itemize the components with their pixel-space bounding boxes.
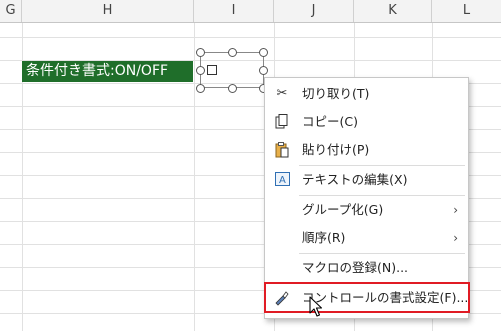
menu-item-assign-macro-label: マクロの登録(N)... bbox=[302, 260, 409, 275]
resize-handle-left[interactable] bbox=[196, 66, 205, 75]
column-header-row: G H I J K L bbox=[0, 0, 501, 23]
menu-item-paste-label: 貼り付け(P) bbox=[302, 142, 370, 157]
column-header-i[interactable]: I bbox=[194, 0, 274, 22]
scissors-icon: ✂ bbox=[276, 86, 288, 101]
menu-item-format-control[interactable]: コントロールの書式設定(F)... bbox=[265, 285, 468, 311]
menu-item-order-label: 順序(R) bbox=[302, 230, 346, 245]
context-menu: ✂ 切り取り(T) コピー(C) 貼り付け(P) A テキストの編集(X) グル… bbox=[264, 77, 469, 319]
submenu-arrow-icon: › bbox=[453, 231, 458, 245]
menu-item-cut[interactable]: ✂ 切り取り(T) bbox=[265, 81, 468, 107]
menu-item-copy-label: コピー(C) bbox=[302, 114, 358, 129]
menu-item-edit-text[interactable]: A テキストの編集(X) bbox=[265, 167, 468, 193]
edit-text-icon: A bbox=[274, 172, 290, 188]
column-header-k[interactable]: K bbox=[354, 0, 432, 22]
menu-item-assign-macro[interactable]: マクロの登録(N)... bbox=[265, 255, 468, 281]
column-header-l[interactable]: L bbox=[432, 0, 501, 22]
menu-item-cut-label: 切り取り(T) bbox=[302, 86, 370, 101]
menu-item-paste[interactable]: 貼り付け(P) bbox=[265, 137, 468, 163]
menu-item-edit-text-label: テキストの編集(X) bbox=[302, 172, 408, 187]
mouse-cursor-icon bbox=[309, 296, 323, 322]
column-header-j[interactable]: J bbox=[274, 0, 354, 22]
menu-item-group-label: グループ化(G) bbox=[302, 202, 384, 217]
copy-icon bbox=[274, 114, 290, 130]
resize-handle-top-left[interactable] bbox=[196, 48, 205, 57]
column-header-h[interactable]: H bbox=[22, 0, 194, 22]
format-control-icon bbox=[274, 290, 290, 306]
svg-text:A: A bbox=[279, 175, 286, 186]
resize-handle-right[interactable] bbox=[259, 66, 268, 75]
checkbox-control[interactable] bbox=[207, 65, 217, 75]
menu-item-order[interactable]: 順序(R) › bbox=[265, 225, 468, 251]
conditional-format-cell[interactable]: 条件付き書式:ON/OFF bbox=[22, 61, 193, 82]
column-header-g[interactable]: G bbox=[0, 0, 22, 22]
paste-icon bbox=[274, 142, 290, 158]
menu-item-format-control-label: コントロールの書式設定(F)... bbox=[302, 290, 469, 305]
menu-item-group[interactable]: グループ化(G) › bbox=[265, 197, 468, 223]
menu-item-copy[interactable]: コピー(C) bbox=[265, 109, 468, 135]
resize-handle-bottom-left[interactable] bbox=[196, 84, 205, 93]
resize-handle-bottom[interactable] bbox=[228, 84, 237, 93]
resize-handle-top[interactable] bbox=[228, 48, 237, 57]
submenu-arrow-icon: › bbox=[453, 203, 458, 217]
resize-handle-top-right[interactable] bbox=[259, 48, 268, 57]
